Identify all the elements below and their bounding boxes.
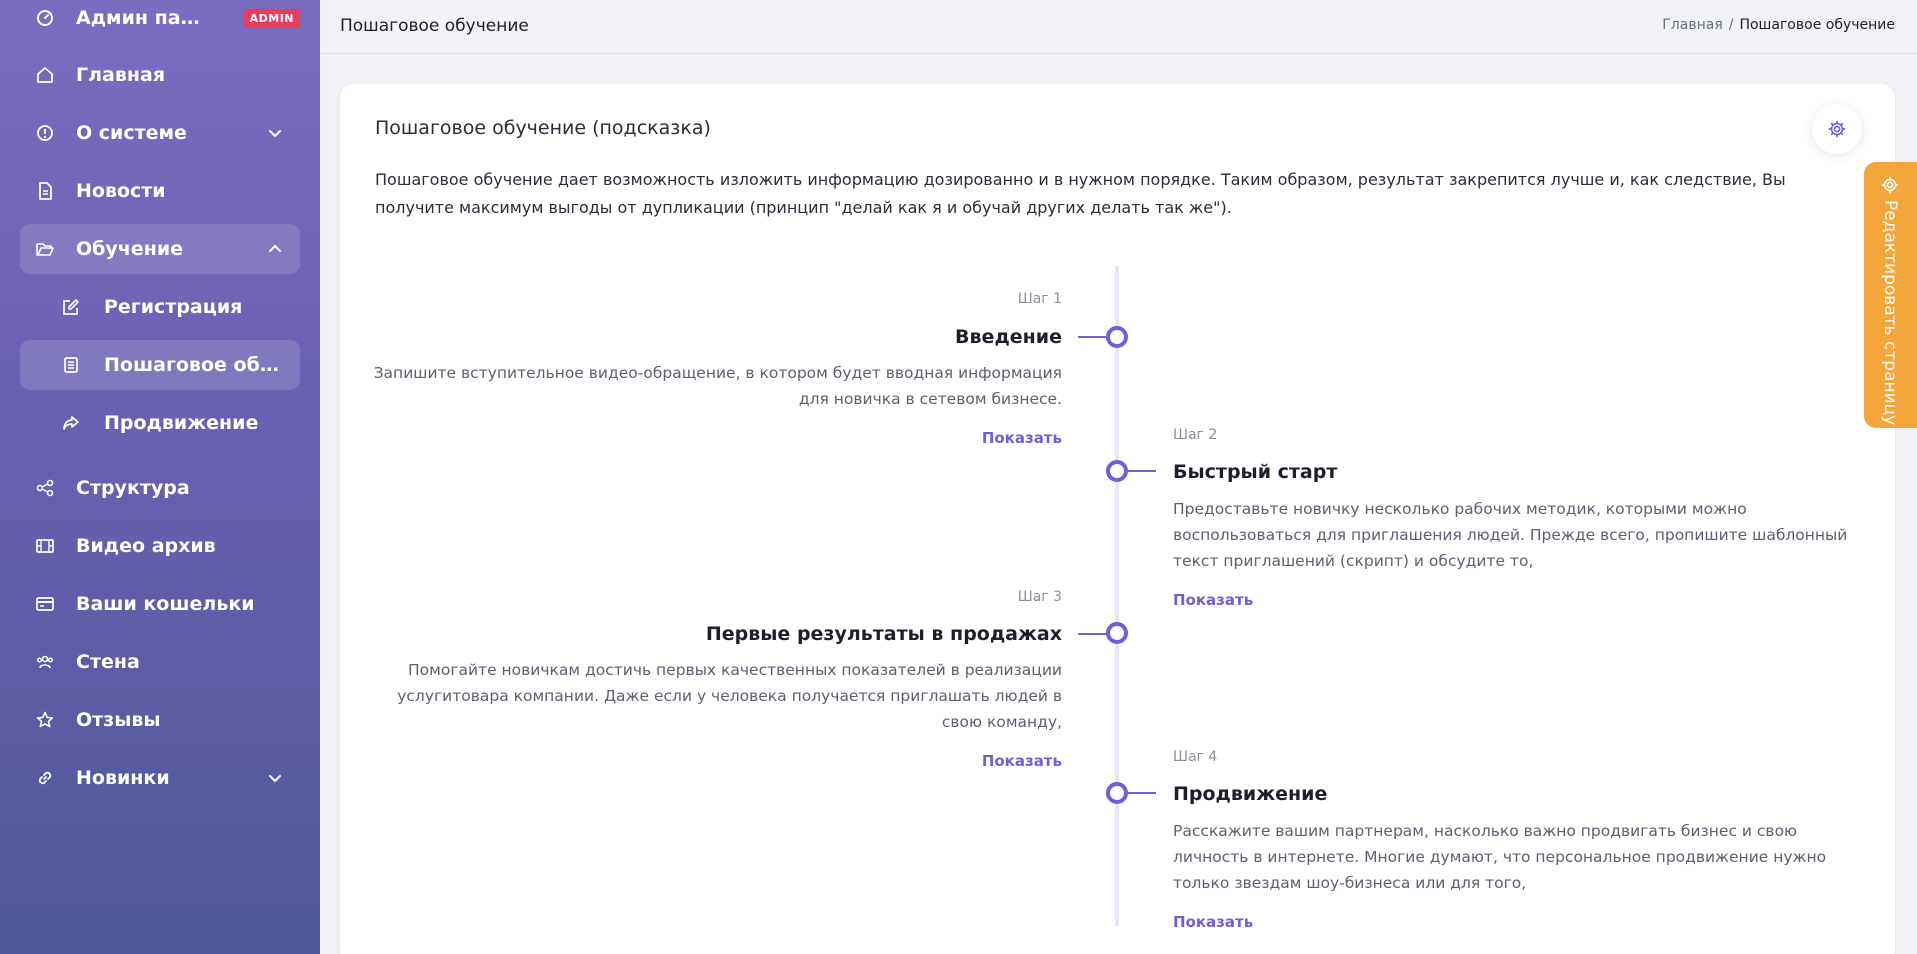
sidebar-item-label: Админ панель <box>76 7 206 29</box>
step-3-title: Первые результаты в продажах <box>705 623 1062 645</box>
step-2-show-link[interactable]: Показать <box>1173 591 1253 609</box>
card-description: Пошаговое обучение дает возможность изло… <box>375 170 1786 217</box>
step-1-number: Шаг 1 <box>1017 291 1062 307</box>
sidebar-item-label: Отзывы <box>76 709 161 731</box>
sidebar-item-label: Видео архив <box>76 535 216 557</box>
edit-page-label: Редактировать страницу <box>1880 200 1900 426</box>
edit-icon <box>62 298 80 316</box>
timeline-line <box>1115 266 1119 926</box>
sidebar-item-label: Обучение <box>76 238 184 260</box>
home-icon <box>36 66 54 84</box>
breadcrumb-separator: / <box>1728 17 1734 33</box>
card-title: Пошаговое обучение (подсказка) <box>375 117 711 139</box>
sidebar-item-admin-panel[interactable]: Админ панель ADMIN <box>20 0 300 43</box>
step-1-show-link[interactable]: Показать <box>900 429 1062 447</box>
sidebar-item-wallets[interactable]: Ваши кошельки <box>20 579 300 629</box>
sidebar-item-reviews[interactable]: Отзывы <box>20 695 300 745</box>
step-3-number: Шаг 3 <box>1017 589 1062 605</box>
step-4-number: Шаг 4 <box>1173 749 1218 765</box>
step-1-connector <box>1078 336 1106 338</box>
sidebar-item-learning[interactable]: Обучение <box>20 224 300 274</box>
sidebar-item-label: Стена <box>76 651 140 673</box>
step-2-connector <box>1128 470 1156 472</box>
sidebar-item-step-learning[interactable]: Пошаговое обуч... <box>20 340 300 390</box>
sidebar-item-video-archive[interactable]: Видео архив <box>20 521 300 571</box>
sidebar-item-structure[interactable]: Структура <box>20 463 300 513</box>
step-4-text: Расскажите вашим партнерам, насколько ва… <box>1173 822 1827 892</box>
step-4-marker <box>1106 782 1128 804</box>
sidebar-item-registration[interactable]: Регистрация <box>20 282 300 332</box>
step-2-text: Предоставьте новичку несколько рабочих м… <box>1173 500 1848 570</box>
gear-icon <box>1881 176 1899 194</box>
share-icon <box>62 414 80 432</box>
step-2-marker <box>1106 460 1128 482</box>
star-icon <box>36 711 54 729</box>
dashboard-icon <box>36 9 54 27</box>
sidebar: Админ панель ADMIN Главная О системе Нов… <box>0 0 320 954</box>
sidebar-item-promotion[interactable]: Продвижение <box>20 398 300 448</box>
wallet-icon <box>36 595 54 613</box>
settings-button[interactable] <box>1812 104 1862 154</box>
step-4-title: Продвижение <box>1173 783 1328 805</box>
step-4-connector <box>1128 792 1156 794</box>
page-title: Пошаговое обучение <box>340 16 529 36</box>
sidebar-item-label: Новости <box>76 180 166 202</box>
sidebar-item-label: О системе <box>76 122 187 144</box>
sidebar-item-news[interactable]: Новости <box>20 166 300 216</box>
link-icon <box>36 769 54 787</box>
step-3-marker <box>1106 622 1128 644</box>
edit-page-button[interactable]: Редактировать страницу <box>1864 162 1917 428</box>
step-2-title: Быстрый старт <box>1173 461 1338 483</box>
folder-open-icon <box>36 240 54 258</box>
network-icon <box>36 479 54 497</box>
step-1-marker <box>1106 326 1128 348</box>
film-icon <box>36 537 54 555</box>
sidebar-item-label: Пошаговое обуч... <box>104 354 284 376</box>
sidebar-item-label: Регистрация <box>104 296 243 318</box>
info-icon <box>36 124 54 142</box>
chevron-up-icon <box>266 240 284 258</box>
sidebar-item-label: Главная <box>76 64 166 86</box>
breadcrumb-home-link[interactable]: Главная <box>1662 17 1722 33</box>
chevron-down-icon <box>266 124 284 142</box>
sidebar-item-about[interactable]: О системе <box>20 108 300 158</box>
users-icon <box>36 653 54 671</box>
topbar: Пошаговое обучение Главная / Пошаговое обу… <box>320 0 1917 54</box>
step-3-text: Помогайте новичкам достичь первых качест… <box>397 661 1062 731</box>
step-3-connector <box>1078 633 1106 635</box>
gear-icon <box>1828 120 1846 138</box>
sidebar-item-home[interactable]: Главная <box>20 50 300 100</box>
step-4-show-link[interactable]: Показать <box>1173 913 1253 931</box>
step-1-text: Запишите вступительное видео-обращение, … <box>373 364 1062 408</box>
admin-badge: ADMIN <box>243 8 300 28</box>
chevron-down-icon <box>266 769 284 787</box>
document-icon <box>36 182 54 200</box>
sidebar-item-label: Ваши кошельки <box>76 593 255 615</box>
step-3-show-link[interactable]: Показать <box>900 752 1062 770</box>
sidebar-item-label: Новинки <box>76 767 170 789</box>
step-1-title: Введение <box>955 326 1062 348</box>
sidebar-item-wall[interactable]: Стена <box>20 637 300 687</box>
list-icon <box>62 356 80 374</box>
sidebar-item-label: Продвижение <box>104 412 259 434</box>
sidebar-item-novelties[interactable]: Новинки <box>20 753 300 803</box>
sidebar-item-label: Структура <box>76 477 190 499</box>
step-2-number: Шаг 2 <box>1173 427 1218 443</box>
breadcrumb: Главная / Пошаговое обучение <box>1662 17 1895 33</box>
breadcrumb-current: Пошаговое обучение <box>1739 17 1895 33</box>
